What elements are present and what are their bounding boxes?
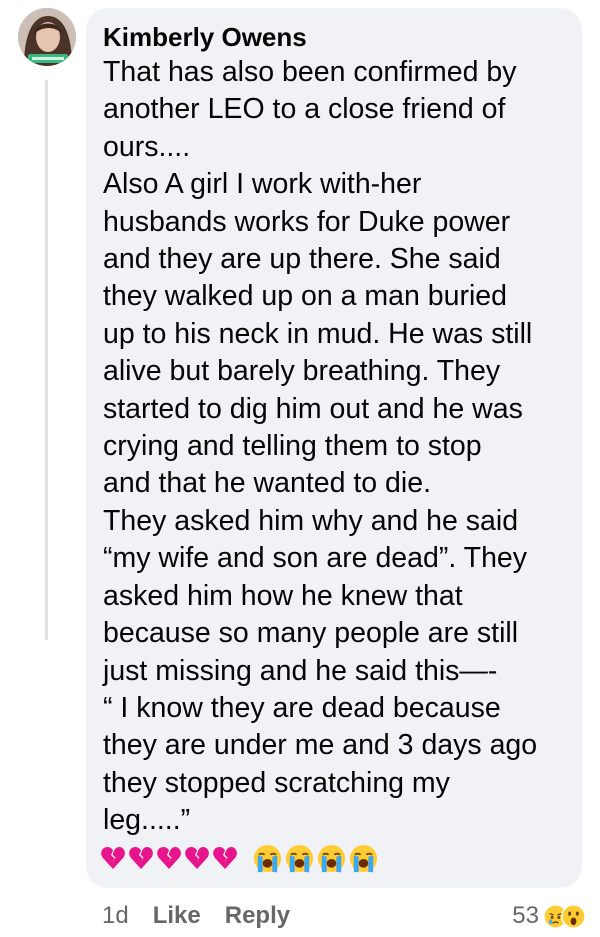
comment-line: alive but barely breathing. They [103, 355, 501, 388]
comment-line: They asked him why and he said [103, 504, 519, 537]
reply-button[interactable]: Reply [225, 902, 290, 930]
broken-heart-icon [157, 847, 181, 869]
comment-line: ours.... [103, 130, 191, 163]
comment-timestamp[interactable]: 1d [102, 902, 129, 930]
comment-line: because so many people are still [103, 617, 519, 650]
loudly-crying-face-icon [349, 844, 378, 872]
comment-line: another LEO to a close friend of [103, 93, 506, 126]
broken-heart-icon [185, 847, 209, 869]
comment-line: and they are up there. She said [103, 243, 501, 276]
comment-actions: 1d Like Reply [102, 899, 314, 933]
comment-line: husbands works for Duke power [103, 205, 511, 238]
wow-reaction-icon [561, 903, 586, 929]
comment-line: they walked up on a man buried [103, 280, 508, 313]
comment-line: just missing and he said this—- [103, 654, 498, 687]
comment-line: asked him how he knew that [103, 579, 463, 612]
comment-line: up to his neck in mud. He was still [103, 317, 533, 350]
comment-author[interactable]: Kimberly Owens [103, 20, 568, 54]
broken-heart-icon [213, 847, 237, 869]
avatar[interactable] [18, 8, 76, 66]
comment-line: “ I know they are dead because [103, 691, 501, 724]
broken-heart-icon [129, 847, 153, 869]
broken-heart-icon [101, 847, 125, 869]
loudly-crying-face-icon [285, 844, 314, 872]
comment-line: started to dig him out and he was [103, 392, 523, 425]
loudly-crying-face-icon [317, 844, 346, 872]
thread-line [45, 80, 48, 640]
profile-photo [18, 8, 76, 66]
comment-line: Also A girl I work with-her [103, 168, 422, 201]
comment-line: That has also been confirmed by [103, 56, 517, 88]
emoji-row [100, 838, 380, 878]
comment-text: That has also been confirmed by another … [103, 54, 568, 840]
comment-bubble: Kimberly Owens That has also been confir… [86, 8, 582, 888]
comment-line: “my wife and son are dead”. They [103, 542, 528, 575]
comment-line: and that he wanted to die. [103, 467, 432, 500]
comment-line: they are under me and 3 days ago [103, 729, 538, 762]
reaction-count: 53 [512, 902, 539, 929]
comment-line: crying and telling them to stop [103, 430, 482, 463]
comment-line: leg.....” [103, 804, 191, 837]
loudly-crying-face-icon [253, 844, 282, 872]
reaction-summary[interactable]: 53 [512, 899, 586, 933]
comment-line: they stopped scratching my [103, 766, 450, 799]
like-button[interactable]: Like [153, 902, 201, 930]
